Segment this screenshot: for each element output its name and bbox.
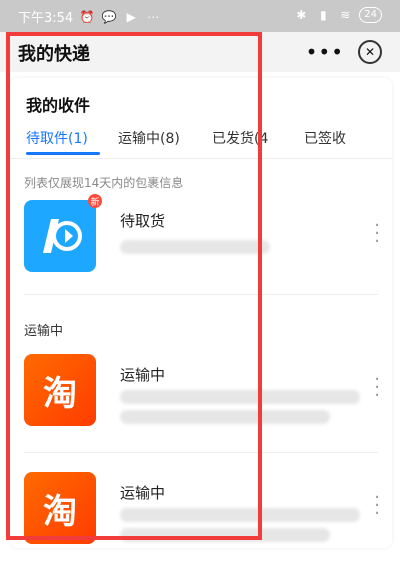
wifi-icon: ≋ xyxy=(340,8,351,22)
taobao-logo-icon: 淘 xyxy=(24,354,96,426)
section-title: 我的收件 xyxy=(26,96,91,115)
status-bar: 下午3:54 ⏰ 💬 ▶ ⋯ ✱ ▮ ≋ 24 xyxy=(0,0,400,32)
more-button[interactable]: ••• xyxy=(306,40,344,64)
active-tab-indicator xyxy=(26,152,100,155)
signal-icon: ▮ xyxy=(319,8,327,22)
list-note: 列表仅展现14天内的包裹信息 xyxy=(24,176,184,190)
item-title: 运输中 xyxy=(120,366,166,384)
wechat-icon: 💬 xyxy=(101,9,117,24)
list-item[interactable]: 淘 运输中 · · · xyxy=(24,472,384,548)
item-title: 待取货 xyxy=(120,212,166,230)
blurred-details xyxy=(120,504,360,542)
group-label: 运输中 xyxy=(24,324,64,339)
my-parcels-card: 我的收件 待取件(1) 运输中(8) 已发货(4 已签收 列表仅展现14天内的包… xyxy=(10,78,392,548)
alarm-icon: ⏰ xyxy=(79,9,95,24)
taobao-logo-icon: 淘 xyxy=(24,472,96,544)
tab-in-transit[interactable]: 运输中(8) xyxy=(118,128,180,148)
blurred-details xyxy=(120,232,320,266)
kebab-menu-icon[interactable]: · · · xyxy=(374,371,380,405)
logistics-logo-icon xyxy=(24,200,96,272)
item-title: 运输中 xyxy=(120,484,166,502)
kebab-menu-icon[interactable]: · · · xyxy=(374,489,380,523)
tabs-divider xyxy=(10,158,392,159)
tab-shipped[interactable]: 已发货(4 xyxy=(212,128,268,148)
more-status-icon: ⋯ xyxy=(147,9,160,24)
status-right: ✱ ▮ ≋ 24 xyxy=(293,7,382,23)
logistics-logo-svg xyxy=(43,219,82,253)
taobao-logo-text: 淘 xyxy=(43,491,77,532)
battery-indicator: 24 xyxy=(359,7,382,23)
new-badge: 新 xyxy=(88,194,102,208)
page-header: 我的快递 ••• ✕ xyxy=(0,32,400,72)
status-left: 下午3:54 ⏰ 💬 ▶ ⋯ xyxy=(18,7,161,27)
play-icon: ▶ xyxy=(126,9,136,24)
close-icon: ✕ xyxy=(364,45,376,59)
list-item[interactable]: 淘 运输中 · · · xyxy=(24,354,384,434)
status-time: 下午3:54 xyxy=(18,11,74,26)
list-item[interactable]: 新 待取货 · · · xyxy=(24,194,384,280)
bluetooth-icon: ✱ xyxy=(296,8,307,22)
taobao-logo-text: 淘 xyxy=(43,373,77,414)
divider xyxy=(24,294,378,295)
tab-to-pickup[interactable]: 待取件(1) xyxy=(26,128,88,148)
kebab-menu-icon[interactable]: · · · xyxy=(374,217,380,251)
blurred-details xyxy=(120,386,360,424)
page-title: 我的快递 xyxy=(18,44,90,65)
tab-signed[interactable]: 已签收 xyxy=(304,128,346,148)
divider xyxy=(24,452,378,453)
close-button[interactable]: ✕ xyxy=(358,40,382,64)
tabs: 待取件(1) 运输中(8) 已发货(4 已签收 xyxy=(26,128,386,155)
